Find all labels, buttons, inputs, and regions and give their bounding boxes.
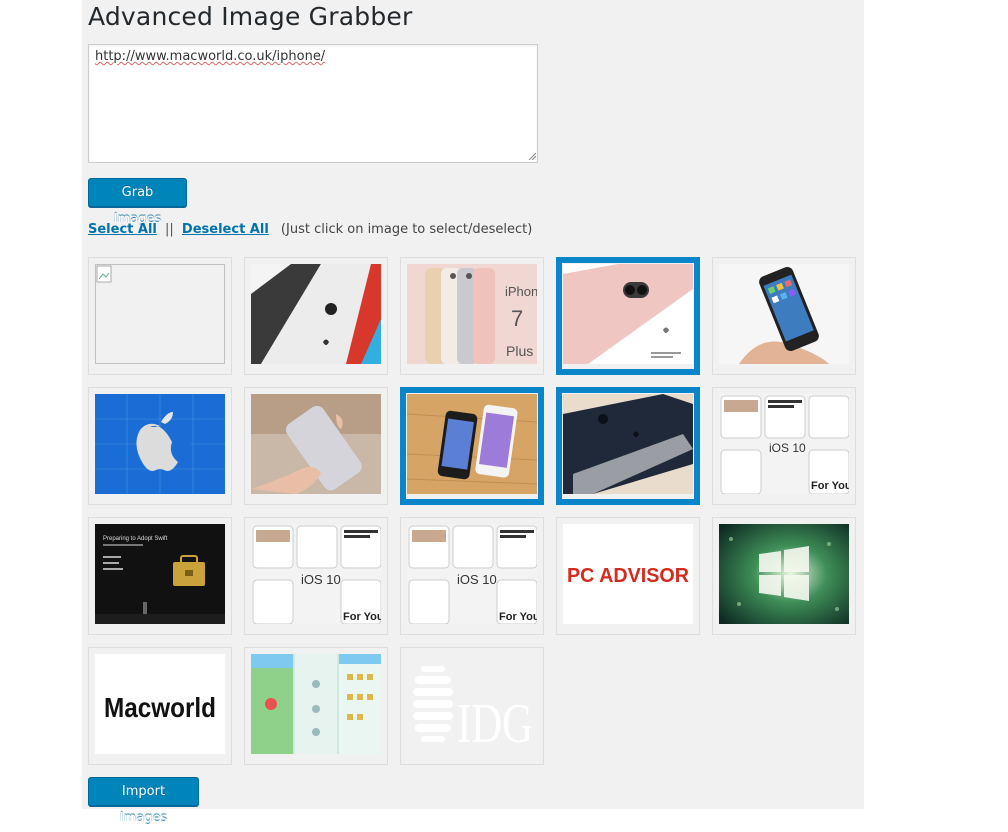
image-caption: For You xyxy=(499,611,537,623)
iphone-in-hand-image xyxy=(719,264,849,364)
iphone-7-plus-colors-image: iPhone 7 Plus xyxy=(407,264,537,364)
image-caption: PC ADVISOR xyxy=(567,565,690,587)
separator: || xyxy=(165,222,174,237)
apple-logo-image xyxy=(95,394,225,494)
hand-holding-iphone-image xyxy=(251,394,381,494)
image-tile[interactable] xyxy=(244,257,388,375)
image-tile-selected[interactable] xyxy=(400,387,544,505)
image-tile[interactable]: PC ADVISOR xyxy=(556,517,700,635)
image-tile-selected[interactable] xyxy=(556,257,700,375)
image-caption: For You xyxy=(343,611,381,623)
image-tile[interactable] xyxy=(244,647,388,765)
page-title: Advanced Image Grabber xyxy=(88,2,413,31)
image-tile-selected[interactable] xyxy=(556,387,700,505)
iphone-cases-image xyxy=(251,264,381,364)
image-caption: iPhone xyxy=(505,284,537,299)
iphone-7-jet-black-image xyxy=(563,394,693,494)
swift-presentation-image: Preparing to Adopt Swift xyxy=(95,524,225,624)
deselect-all-link[interactable]: Deselect All xyxy=(182,222,269,237)
import-images-button[interactable]: Import Images xyxy=(88,777,199,826)
image-tile[interactable]: iPhone 7 Plus xyxy=(400,257,544,375)
image-tile[interactable]: iOS 10 For You xyxy=(244,517,388,635)
image-tile[interactable]: IDG xyxy=(400,647,544,765)
image-tile[interactable]: Preparing to Adopt Swift xyxy=(88,517,232,635)
selection-controls: Select All || Deselect All (Just click o… xyxy=(88,222,532,237)
image-caption: 7 xyxy=(511,306,523,331)
image-caption: Macworld xyxy=(104,692,216,723)
url-input[interactable]: http://www.macworld.co.uk/iphone/ xyxy=(88,44,538,163)
image-tile[interactable]: Macworld xyxy=(88,647,232,765)
select-all-link[interactable]: Select All xyxy=(88,222,157,237)
image-caption: Preparing to Adopt Swift xyxy=(103,536,168,542)
windows-logo-image xyxy=(719,524,849,624)
broken-image-placeholder xyxy=(95,264,225,364)
image-caption: iOS 10 xyxy=(769,441,806,455)
iphone-7-plus-rose-gold-image xyxy=(563,264,693,364)
image-caption: For You xyxy=(811,480,849,492)
resize-grip-icon[interactable] xyxy=(528,152,536,160)
ios-10-screens-image: iOS 10 For You xyxy=(407,524,537,624)
image-caption: iOS 10 xyxy=(457,572,497,587)
image-tile[interactable]: iOS 10 For You xyxy=(712,387,856,505)
image-tile[interactable]: iOS 10 For You xyxy=(400,517,544,635)
pc-advisor-logo-image: PC ADVISOR xyxy=(563,524,693,624)
selection-hint: (Just click on image to select/deselect) xyxy=(280,222,533,237)
image-caption: IDG xyxy=(457,693,533,754)
image-tile[interactable] xyxy=(712,257,856,375)
macworld-logo-image: Macworld xyxy=(95,654,225,754)
ios-10-screens-image: iOS 10 For You xyxy=(251,524,381,624)
image-tile[interactable] xyxy=(712,517,856,635)
ios-10-screens-image: iOS 10 For You xyxy=(719,394,849,494)
two-iphones-on-wood-image xyxy=(407,394,537,494)
image-tile[interactable] xyxy=(244,387,388,505)
image-caption: Plus xyxy=(506,343,533,359)
pokemon-go-screens-image xyxy=(251,654,381,754)
idg-logo-image: IDG xyxy=(407,654,537,754)
image-tile[interactable] xyxy=(88,387,232,505)
image-tile[interactable] xyxy=(88,257,232,375)
image-caption: iOS 10 xyxy=(301,572,341,587)
grab-images-button[interactable]: Grab Images xyxy=(88,178,187,227)
